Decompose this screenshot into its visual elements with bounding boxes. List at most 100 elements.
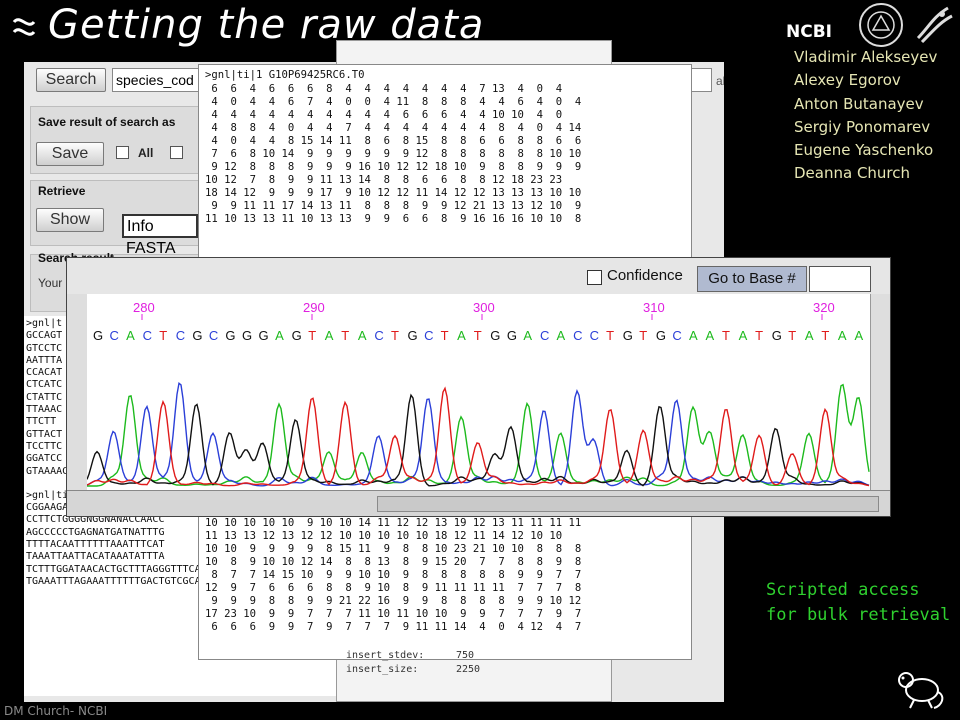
base-number-input[interactable]: [809, 266, 871, 292]
slide-bullet-icon: [12, 18, 36, 36]
base-position-label: 310: [643, 300, 665, 315]
all-label: All: [138, 146, 154, 160]
base-call: G: [93, 328, 103, 343]
base-call: T: [159, 328, 167, 343]
base-call: C: [374, 328, 383, 343]
left-scrollbar[interactable]: [67, 294, 88, 490]
base-call: T: [755, 328, 763, 343]
base-call: G: [292, 328, 302, 343]
scrollbar-thumb[interactable]: [377, 496, 879, 512]
base-call: G: [772, 328, 782, 343]
base-call: T: [391, 328, 399, 343]
nih-seal-icon: [859, 3, 903, 47]
save-button[interactable]: Save: [36, 142, 104, 166]
quality-row: 18 14 12 9 9 9 17 9 10 12 12 11 14 12 12…: [205, 187, 582, 199]
base-call: G: [623, 328, 633, 343]
quality-row: 4 0 4 4 6 7 4 0 0 4 11 8 8 8 4 4 6 4 0 4: [205, 96, 582, 108]
base-call: A: [854, 328, 863, 343]
author-list: Vladimir Alekseyev Alexey Egorov Anton B…: [794, 46, 937, 186]
quality-header: >gnl|ti|1 G10P69425RC6.T0: [205, 69, 365, 81]
base-call: C: [143, 328, 152, 343]
your-label: Your: [38, 276, 63, 290]
base-position-label: 290: [303, 300, 325, 315]
chromatogram-plot: 280 290 300 310 320G C A C T C G C G G G A G T A T A C T G C T A T G…: [87, 294, 870, 490]
save-group-header: Save result of search as: [38, 115, 176, 129]
quality-values-top: 6 6 4 6 6 6 8 4 4 4 4 4 4 4 7 13 4 0 4 4…: [205, 83, 581, 226]
base-call: T: [441, 328, 449, 343]
base-call: A: [358, 328, 367, 343]
quality-row: 9 9 9 8 8 9 9 21 22 16 9 9 8 8 8 8 9 9 1…: [205, 595, 582, 607]
insert-stdev-key: insert_stdev:: [346, 650, 425, 661]
callout-line: for bulk retrieval: [766, 605, 951, 625]
quality-row: 7 6 8 10 14 9 9 9 9 9 9 12 8 8 8 8 8 8 1…: [205, 148, 582, 160]
base-call: C: [590, 328, 599, 343]
base-call: A: [457, 328, 466, 343]
base-call: G: [408, 328, 418, 343]
base-call: T: [722, 328, 730, 343]
go-to-base-button[interactable]: Go to Base #: [697, 266, 807, 292]
format-select[interactable]: Info: [122, 214, 198, 238]
base-call: A: [689, 328, 698, 343]
base-call: G: [259, 328, 269, 343]
show-button[interactable]: Show: [36, 208, 104, 232]
base-call: A: [557, 328, 566, 343]
quality-row: 8 7 7 14 15 10 9 9 10 10 9 8 8 8 8 8 9 9…: [205, 569, 582, 581]
author-name: Sergiy Ponomarev: [794, 117, 931, 136]
insert-size-key: insert_size:: [346, 664, 419, 675]
all-checkbox[interactable]: [116, 146, 129, 159]
quality-values-bottom: 10 10 10 10 10 9 10 10 14 11 12 12 13 19…: [205, 517, 581, 634]
base-call: T: [788, 328, 796, 343]
hhs-logo-icon: [916, 6, 953, 44]
author-name: Eugene Yaschenko: [794, 141, 934, 160]
quality-row: 9 12 8 8 8 9 9 9 16 10 12 12 18 10 9 8 8…: [205, 161, 582, 173]
search-input[interactable]: species_cod: [112, 68, 202, 92]
quality-row: 17 23 10 9 9 7 7 7 11 10 11 10 10 9 9 7 …: [205, 608, 582, 620]
base-call: T: [341, 328, 349, 343]
author-name: Alexey Egorov: [794, 71, 901, 90]
base-call: G: [225, 328, 235, 343]
quality-row: 10 10 10 10 10 9 10 10 14 11 12 12 13 19…: [205, 517, 582, 529]
base-call: A: [705, 328, 714, 343]
base-call: A: [805, 328, 814, 343]
quality-row: 11 10 13 13 11 10 13 13 9 9 6 6 8 9 16 1…: [205, 213, 582, 225]
insert-info: insert_stdev: 750 insert_size: 2250: [336, 646, 496, 694]
right-scrollbar[interactable]: [870, 294, 890, 490]
base-call: A: [325, 328, 334, 343]
base-position-label: 320: [813, 300, 835, 315]
base-call: T: [821, 328, 829, 343]
author-name: Deanna Church: [794, 164, 911, 183]
base-call: C: [424, 328, 433, 343]
quality-row: 4 8 8 4 0 4 4 7 4 4 4 4 4 4 4 8 4 0 4 14: [205, 122, 582, 134]
base-call: C: [573, 328, 582, 343]
insert-stdev-value: 750: [456, 650, 475, 661]
base-call: G: [656, 328, 666, 343]
org-name: NCBI: [786, 22, 832, 42]
quality-row: 10 10 9 9 9 9 8 15 11 9 8 8 10 23 21 10 …: [205, 543, 582, 555]
base-call: C: [110, 328, 119, 343]
option-checkbox[interactable]: [170, 146, 183, 159]
slide-footer: DM Church- NCBI: [4, 704, 108, 718]
quality-row: 6 6 6 9 9 7 9 7 7 7 9 11 11 14 4 0 4 12 …: [205, 621, 582, 633]
base-call: T: [606, 328, 614, 343]
base-call: A: [838, 328, 847, 343]
base-call: A: [739, 328, 748, 343]
callout-line: Scripted access: [766, 580, 920, 600]
base-call: G: [242, 328, 252, 343]
callout-text: Scripted access for bulk retrieval: [766, 578, 950, 628]
base-position-label: 300: [473, 300, 495, 315]
insert-size-value: 2250: [456, 664, 481, 675]
base-call: C: [176, 328, 185, 343]
chromatogram-viewer: Confidence Go to Base # 280 290 300 310 320 G…: [66, 257, 891, 517]
base-call: G: [507, 328, 517, 343]
confidence-checkbox[interactable]: [587, 270, 602, 285]
author-name: Vladimir Alekseyev: [794, 48, 938, 66]
quality-row: 4 0 4 4 8 15 14 11 8 6 8 15 8 8 6 6 8 8 …: [205, 135, 582, 147]
quality-row: 6 6 4 6 6 6 8 4 4 4 4 4 4 4 7 13 4 0 4: [205, 83, 563, 95]
base-call: G: [490, 328, 500, 343]
author-name: Anton Butanayev: [794, 94, 924, 113]
confidence-label: Confidence: [607, 267, 683, 284]
base-call: T: [474, 328, 482, 343]
quality-row: 12 9 7 6 6 6 8 8 9 10 8 9 11 11 11 11 7 …: [205, 582, 582, 594]
horizontal-scrollbar[interactable]: [67, 490, 890, 516]
search-button[interactable]: Search: [36, 68, 106, 92]
